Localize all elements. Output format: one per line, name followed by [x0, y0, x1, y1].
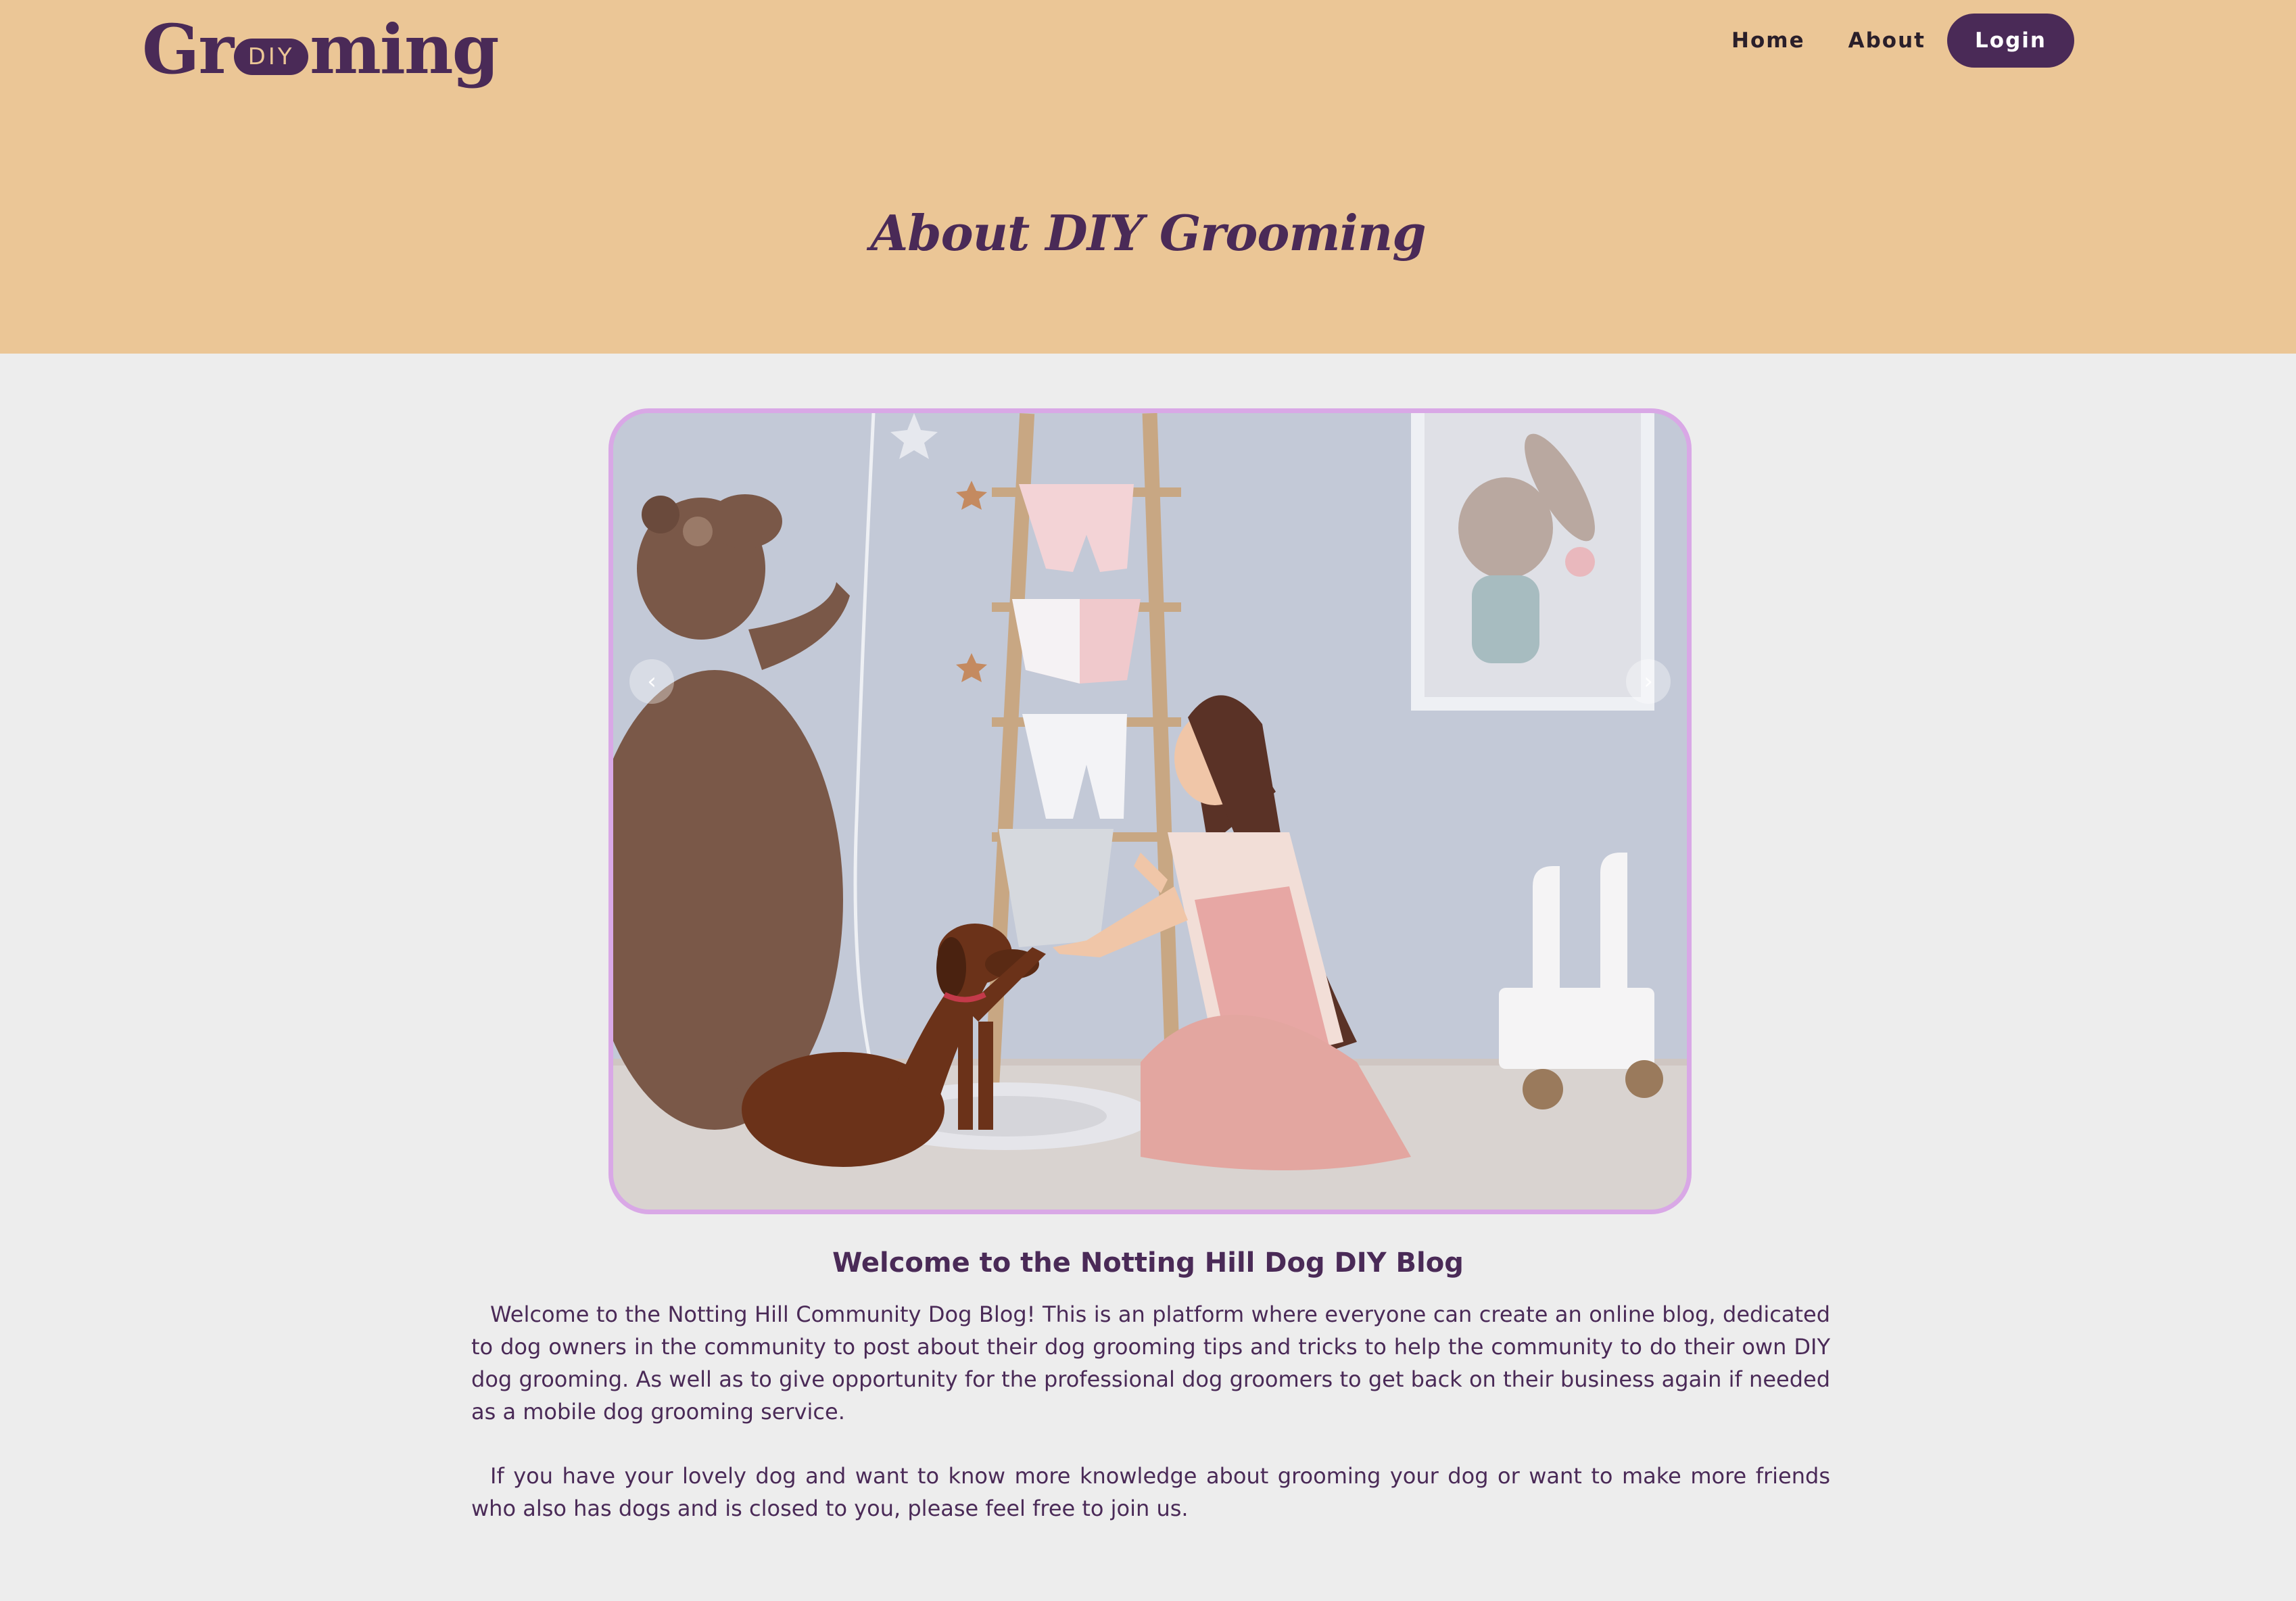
site-header: Gr DIY ming Home About Login About DIY G…: [0, 0, 2296, 354]
carousel-prev-button[interactable]: ‹: [629, 659, 674, 704]
logo-badge: DIY: [234, 39, 309, 75]
login-button[interactable]: Login: [1947, 14, 2074, 68]
chevron-right-icon: ›: [1644, 668, 1653, 695]
page-title: About DIY Grooming: [870, 204, 1426, 262]
logo-badge-text: DIY: [247, 43, 295, 70]
chevron-left-icon: ‹: [647, 668, 656, 695]
nav-home-link[interactable]: Home: [1731, 28, 1805, 53]
blog-intro-paragraph: Welcome to the Notting Hill Community Do…: [471, 1301, 1830, 1425]
main-nav: Home About Login: [1688, 14, 2074, 68]
carousel-next-button[interactable]: ›: [1626, 659, 1671, 704]
logo-text-right: ming: [310, 9, 499, 89]
image-carousel[interactable]: ‹ ›: [608, 408, 1692, 1214]
logo-text-left: Gr: [142, 9, 234, 89]
nav-about-link[interactable]: About: [1848, 28, 1926, 53]
blog-heading: Welcome to the Notting Hill Dog DIY Blog: [832, 1247, 1464, 1279]
site-logo[interactable]: Gr DIY ming: [142, 5, 500, 93]
blog-join-paragraph: If you have your lovely dog and want to …: [471, 1463, 1830, 1521]
carousel-image: [613, 413, 1687, 1210]
